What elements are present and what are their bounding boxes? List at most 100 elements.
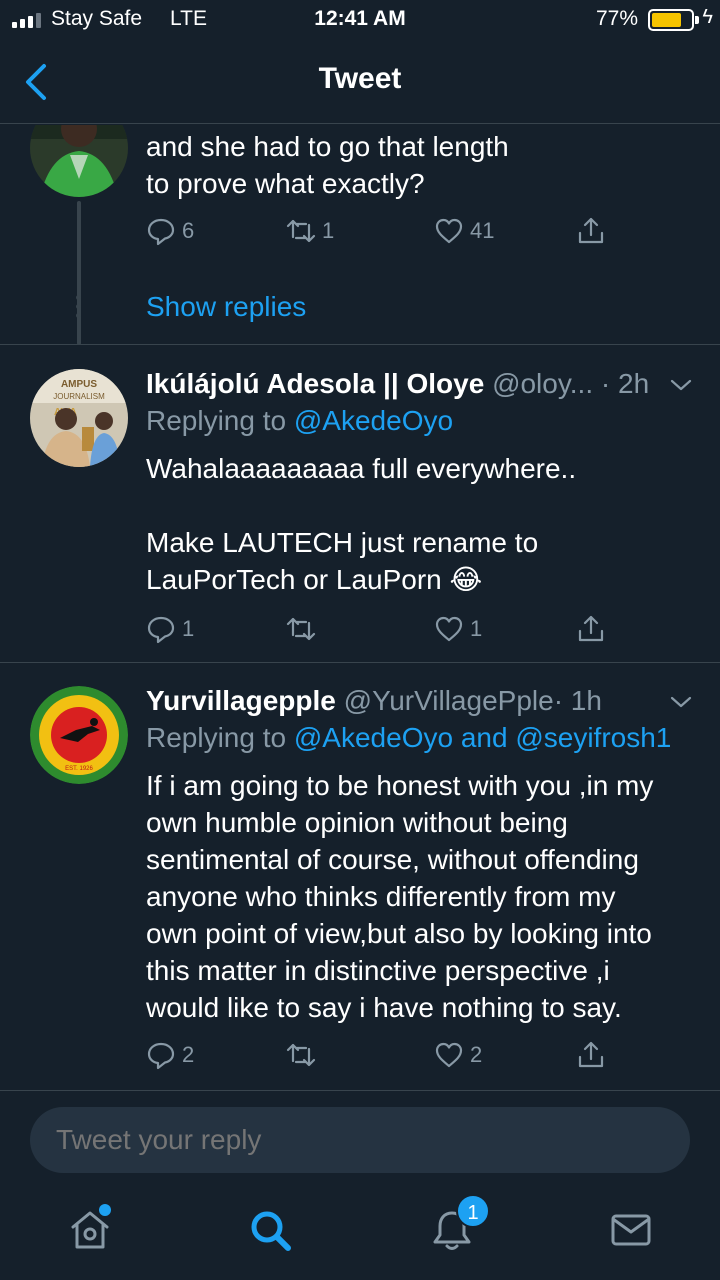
more-replies-indicator (76, 295, 81, 318)
tab-messages[interactable] (609, 1208, 653, 1252)
divider (0, 344, 720, 345)
like-button[interactable]: 1 (434, 609, 482, 649)
tweet-time: 1h (570, 685, 602, 716)
retweet-count: 1 (322, 218, 335, 243)
svg-text:EST. 1926: EST. 1926 (65, 766, 93, 772)
tweet-actions: 2 2 (146, 1035, 626, 1075)
tweet-text-line: anyone who thinks differently from my (146, 881, 616, 912)
retweet-button[interactable]: 1 (286, 211, 334, 251)
tweet-menu-button[interactable] (670, 691, 692, 713)
tweet-text: Wahalaaaaaaaaa full everywhere.. Make LA… (146, 450, 706, 598)
tweet-text: and she had to go that length to prove w… (146, 128, 706, 202)
reply-count: 6 (182, 218, 195, 243)
battery-tip (695, 16, 699, 24)
chevron-down-icon (670, 379, 692, 391)
tab-bar: 1 (0, 1190, 720, 1280)
status-bar: Stay Safe LTE 12:41 AM 77% ϟ (0, 0, 720, 40)
tweet-actions: 1 1 (146, 609, 626, 649)
retweet-icon (286, 617, 316, 641)
divider (0, 662, 720, 663)
replying-to-label: Replying to (146, 722, 287, 753)
like-button[interactable]: 2 (434, 1035, 482, 1075)
page-title: Tweet (318, 62, 402, 95)
like-button[interactable]: 41 (434, 211, 494, 251)
separator-dot: · (600, 368, 611, 399)
battery-percent: 77% (595, 7, 638, 30)
tweet-text-line: Wahalaaaaaaaaa full everywhere.. (146, 453, 577, 484)
like-count: 2 (470, 1042, 483, 1067)
reply-bar (0, 1090, 720, 1190)
reply-count: 1 (182, 616, 195, 641)
thread-line (77, 201, 81, 345)
user-handle[interactable]: @oloy... (492, 368, 593, 399)
battery-icon (648, 9, 694, 31)
tweet-text-line: to prove what exactly? (146, 168, 425, 199)
tweet-text-line: own point of view,but also by looking in… (146, 918, 652, 949)
replying-to: Replying to @AkedeOyo (146, 405, 453, 437)
replying-to: Replying to @AkedeOyo and @seyifrosh1 (146, 722, 671, 754)
mention-and: and (460, 722, 508, 753)
tweet-menu-button[interactable] (670, 374, 692, 396)
share-button[interactable] (576, 609, 606, 649)
heart-icon (435, 218, 463, 244)
reply-icon (147, 1042, 175, 1070)
replying-to-label: Replying to (146, 405, 287, 436)
mention-link[interactable]: @AkedeOyo (294, 405, 453, 436)
tweet-text-line: Make LAUTECH just rename to (146, 527, 539, 558)
messages-icon (611, 1214, 651, 1246)
reply-button[interactable]: 6 (146, 211, 194, 251)
tweet-feed[interactable]: and she had to go that length to prove w… (0, 125, 720, 1090)
reply-count: 2 (182, 1042, 195, 1067)
tweet-meta: Ikúlájolú Adesola || Oloye @oloy... · 2h (146, 368, 649, 400)
share-button[interactable] (576, 211, 606, 251)
retweet-icon (286, 219, 316, 243)
tweet-text-line: LauPorTech or LauPorn 😂 (146, 564, 483, 595)
share-icon (578, 217, 604, 244)
tab-search[interactable] (248, 1208, 292, 1252)
display-name[interactable]: Ikúlájolú Adesola || Oloye (146, 368, 484, 399)
tweet-text-line: and she had to go that length (146, 131, 509, 162)
tweet-text: If i am going to be honest with you ,in … (146, 767, 706, 1026)
display-name[interactable]: Yurvillagepple (146, 685, 336, 716)
like-count: 1 (470, 616, 483, 641)
retweet-icon (286, 1043, 316, 1067)
separator-dot: · (553, 685, 564, 716)
retweet-button[interactable] (286, 609, 322, 649)
notification-badge: 1 (456, 1194, 490, 1228)
search-icon (251, 1211, 291, 1251)
reply-button[interactable]: 2 (146, 1035, 194, 1075)
tweet-actions: 6 1 41 (146, 211, 626, 251)
nav-header: Tweet (0, 40, 720, 124)
reply-icon (147, 218, 175, 246)
avatar[interactable] (30, 125, 128, 197)
avatar[interactable]: AMPUS JOURNALISM AWA (30, 369, 128, 467)
reply-input[interactable] (30, 1107, 690, 1173)
new-tweets-dot (99, 1204, 111, 1216)
reply-icon (147, 616, 175, 644)
user-handle[interactable]: @YurVillagePple (344, 685, 554, 716)
like-count: 41 (470, 218, 495, 243)
tweet-text-line: this matter in distinctive perspective ,… (146, 955, 610, 986)
svg-text:JOURNALISM: JOURNALISM (53, 392, 105, 401)
show-replies-link[interactable]: Show replies (146, 291, 306, 323)
share-icon (578, 1041, 604, 1068)
tweet-time: 2h (618, 368, 650, 399)
chevron-down-icon (670, 696, 692, 708)
mention-link[interactable]: @seyifrosh1 (515, 722, 671, 753)
tweet-meta: Yurvillagepple @YurVillagePple· 1h (146, 685, 602, 717)
tweet-text-line: own humble opinion without being (146, 807, 568, 838)
retweet-button[interactable] (286, 1035, 322, 1075)
mention-link[interactable]: @AkedeOyo (294, 722, 453, 753)
share-icon (578, 615, 604, 642)
charging-icon: ϟ (702, 6, 713, 28)
reply-button[interactable]: 1 (146, 609, 194, 649)
tweet-text-line: sentimental of course, without offending (146, 844, 639, 875)
heart-icon (435, 616, 463, 642)
share-button[interactable] (576, 1035, 606, 1075)
avatar[interactable]: EST. 1926 (30, 686, 128, 784)
svg-text:AMPUS: AMPUS (61, 379, 97, 390)
heart-icon (435, 1042, 463, 1068)
tweet-text-line: If i am going to be honest with you ,in … (146, 770, 654, 801)
tweet-text-line: would like to say i have nothing to say. (146, 992, 622, 1023)
